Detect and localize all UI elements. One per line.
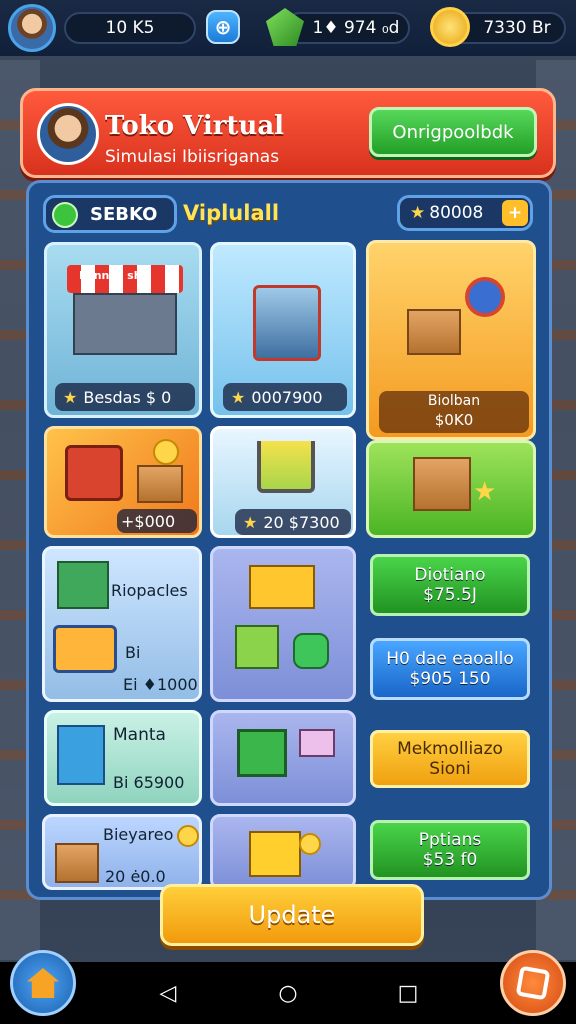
shop-tile-display-case[interactable]: ★ 0007900 <box>210 242 356 418</box>
button-line-2: Sioni <box>429 759 471 779</box>
shop-icon <box>57 561 109 609</box>
package-icon <box>249 565 315 609</box>
star-icon: ★ <box>473 477 497 507</box>
star-icon: ★ <box>243 512 258 532</box>
info-line-1: Biolban <box>427 393 481 409</box>
shop-tile-cheese[interactable] <box>210 814 356 890</box>
player-avatar[interactable] <box>8 4 56 52</box>
page-title: Toko Virtual <box>105 111 285 141</box>
coin-icon <box>299 833 321 855</box>
home-button[interactable] <box>10 950 76 1016</box>
shopping-cart-icon <box>257 441 315 493</box>
coin-icon <box>430 7 470 47</box>
header-action-button[interactable]: Onrigpoolbdk <box>369 107 537 157</box>
tile-price-value: Bi 65900 <box>113 773 185 792</box>
shop-tile-basket[interactable] <box>210 710 356 806</box>
scale-icon <box>299 729 335 757</box>
star-icon: ★ <box>63 387 78 407</box>
page-subtitle: Simulasi Ibiisriganas <box>105 147 280 167</box>
tile-price-value: Besdas $ 0 <box>83 387 172 407</box>
coin-icon <box>177 825 199 847</box>
shop-tile-green[interactable]: ★ <box>366 440 536 538</box>
circle-icon[interactable]: ○ <box>276 981 300 1006</box>
kiosk-icon <box>65 445 123 501</box>
box-icon <box>413 457 471 511</box>
level-counter: 10 K5 <box>64 12 196 44</box>
cereal-box-icon <box>57 725 105 785</box>
add-currency-button[interactable]: ⊕ <box>206 10 240 44</box>
check-icon <box>52 202 78 228</box>
update-button[interactable]: Update <box>160 884 424 946</box>
info-line-2: $0K0 <box>434 411 474 429</box>
display-case-icon <box>253 285 321 361</box>
shop-tile-bieyareo[interactable]: Bieyareo 20 ė0.0 <box>42 814 202 890</box>
basket-icon <box>237 729 287 777</box>
tile-label: Riopacles <box>111 581 188 600</box>
box-icon <box>55 843 99 883</box>
tile-label: Bieyareo <box>103 825 174 844</box>
shop-tile-manta[interactable]: Manta Bi 65900 <box>44 710 202 806</box>
back-icon[interactable]: ◁ <box>156 981 180 1006</box>
shop-tile-supplies[interactable]: Riopacles Bi Ei ♦1000 <box>42 546 202 702</box>
bread-tray-icon <box>53 625 117 673</box>
star-icon: ★ <box>410 203 426 223</box>
tile-price-value: 20 ė0.0 <box>105 867 166 886</box>
shop-tile-logistics[interactable]: Biolban $0K0 <box>366 240 536 440</box>
box-icon <box>137 465 183 503</box>
action-button-2[interactable]: H0 dae eaoallo $905 150 <box>370 638 530 700</box>
tile-price-value: 20 $7300 <box>263 512 340 532</box>
cheese-icon <box>249 831 301 877</box>
tile-price-value: 0007900 <box>251 387 323 407</box>
tile-price: ★ Besdas $ 0 <box>55 383 195 411</box>
button-line-1: Diotiano <box>414 565 486 585</box>
gems-counter: 1♦ 974 ₀d <box>284 12 410 44</box>
balance-counter: ★ 80008 + <box>397 195 533 231</box>
edit-button[interactable] <box>500 950 566 1016</box>
button-line-2: $53 f0 <box>422 850 478 870</box>
action-button-1[interactable]: Diotiano $75.5J <box>370 554 530 616</box>
system-nav-bar: ◁ ○ □ <box>0 962 576 1024</box>
shop-tile-cart[interactable]: ★ 20 $7300 <box>210 426 356 538</box>
gear-icon <box>465 277 505 317</box>
storefront-sign: Minnac shu <box>79 269 150 282</box>
tile-price: ★ 20 $7300 <box>235 509 351 535</box>
bottle-icon <box>293 633 329 669</box>
profile-avatar[interactable] <box>37 103 99 165</box>
action-button-4[interactable]: Pptians $53 f0 <box>370 820 530 880</box>
shop-tile-products[interactable] <box>210 546 356 702</box>
home-icon <box>27 968 59 998</box>
square-icon[interactable]: □ <box>396 981 420 1006</box>
tile-price: ★ 0007900 <box>223 383 347 411</box>
button-line-1: Mekmolliazo <box>397 739 503 759</box>
button-line-1: H0 dae eaoallo <box>386 649 514 669</box>
tile-line-2: Bi <box>125 643 141 662</box>
store-header: Toko Virtual Simulasi Ibiisriganas Onrig… <box>20 88 556 178</box>
store-tag-label: SEBKO <box>90 203 158 225</box>
store-name: Viplulall <box>183 201 280 225</box>
cube-icon <box>235 625 279 669</box>
add-balance-button[interactable]: + <box>502 200 528 226</box>
box-icon <box>407 309 461 355</box>
store-building-icon <box>73 293 177 355</box>
coin-icon <box>153 439 179 465</box>
balance-value: 80008 <box>429 203 484 223</box>
button-line-2: $905 150 <box>409 669 491 689</box>
tile-price-value: +$000 <box>117 509 197 533</box>
store-tag[interactable]: SEBKO <box>43 195 177 233</box>
button-line-2: $75.5J <box>423 585 477 605</box>
star-icon: ★ <box>231 387 246 407</box>
action-button-3[interactable]: Mekmolliazo Sioni <box>370 730 530 788</box>
edit-icon <box>515 965 551 1001</box>
shop-tile-kiosk[interactable]: +$000 <box>44 426 202 538</box>
tile-price-value: Ei ♦1000 <box>123 675 198 694</box>
tile-label: Manta <box>113 725 166 745</box>
button-line-1: Pptians <box>418 830 482 850</box>
shop-tile-storefront[interactable]: Minnac shu ★ Besdas $ 0 <box>44 242 202 418</box>
